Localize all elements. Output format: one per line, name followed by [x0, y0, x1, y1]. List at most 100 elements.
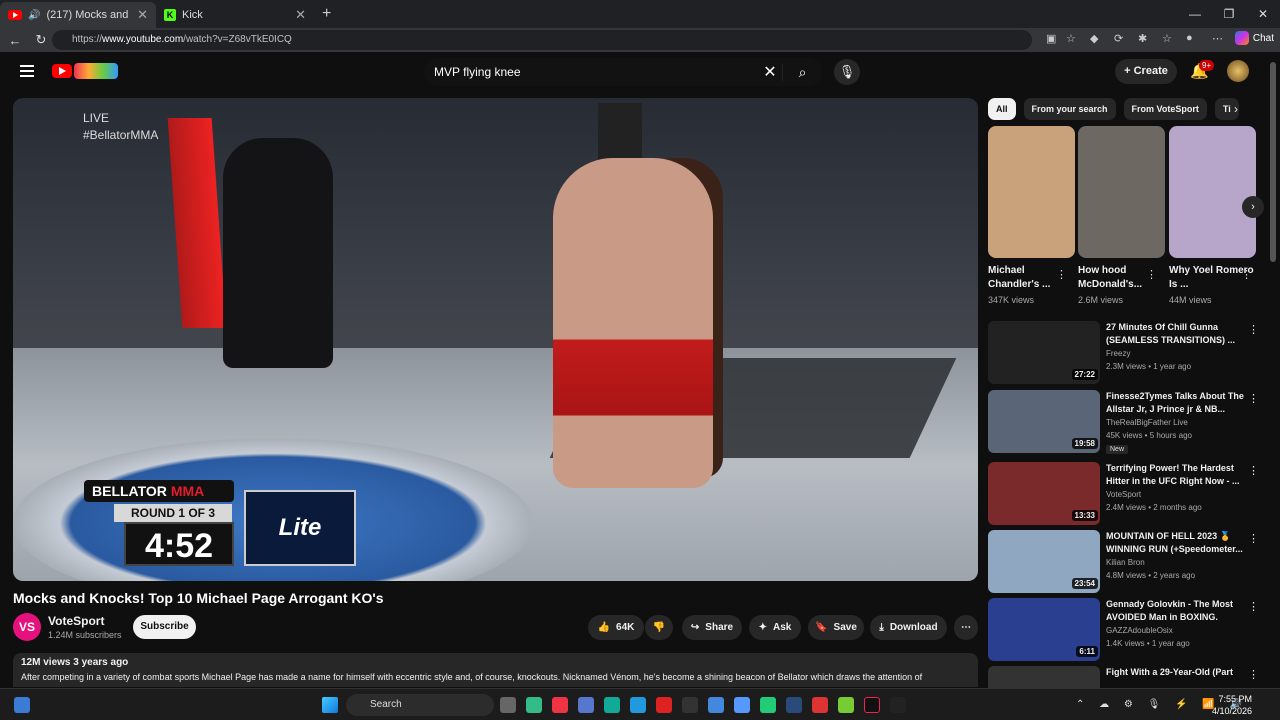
extension-icon[interactable]: ◆ [1090, 32, 1098, 45]
speaker-icon[interactable]: 🔊 [28, 10, 40, 21]
rec-channel[interactable]: GAZZAdoubleOsix [1106, 626, 1173, 635]
ask-button[interactable]: ✦ Ask [749, 615, 801, 640]
chat-button[interactable]: Chat [1234, 31, 1274, 45]
short-item[interactable]: How hood McDonald's... 2.6M views ⋮ [1078, 126, 1165, 305]
rec-channel[interactable]: VoteSport [1106, 490, 1141, 499]
taskbar-search[interactable]: Search [346, 694, 494, 716]
back-icon[interactable]: ← [4, 33, 26, 48]
edge-icon[interactable] [604, 697, 620, 713]
rec-title[interactable]: Gennady Golovkin - The Most AVOIDED Man … [1106, 598, 1246, 624]
favorites-icon[interactable]: ☆ [1162, 32, 1172, 45]
app-icon[interactable] [682, 697, 698, 713]
rec-item[interactable]: Fight With a 29-Year-Old (Part ⋮ [988, 666, 1268, 688]
app-l-icon[interactable] [656, 697, 672, 713]
start-icon[interactable] [322, 697, 338, 713]
url-field[interactable]: https://www.youtube.com/watch?v=Z68vTkE0… [52, 30, 1032, 50]
rec-menu-icon[interactable]: ⋮ [1248, 392, 1259, 405]
page-scrollbar[interactable] [1270, 62, 1276, 262]
short-menu-icon[interactable]: ⋮ [1241, 268, 1252, 281]
chip-from-search[interactable]: From your search [1023, 98, 1116, 120]
chip-all[interactable]: All [988, 98, 1016, 120]
app-a-icon[interactable] [708, 697, 724, 713]
voice-search-icon[interactable]: 🎙 [834, 59, 860, 85]
rec-title[interactable]: MOUNTAIN OF HELL 2023 🥇 WINNING RUN (+Sp… [1106, 530, 1246, 556]
subscribe-button[interactable]: Subscribe [133, 615, 196, 639]
discord-icon[interactable] [734, 697, 750, 713]
profile-icon[interactable]: ● [1186, 32, 1193, 44]
chevron-right-icon[interactable]: › [1234, 102, 1238, 116]
app-icon[interactable] [760, 697, 776, 713]
youtube-doodle-logo[interactable] [74, 63, 118, 79]
short-menu-icon[interactable]: ⋮ [1146, 268, 1157, 281]
teams-icon[interactable] [578, 697, 594, 713]
dislike-button[interactable]: 👎 [645, 615, 673, 640]
chrome-icon[interactable] [630, 697, 646, 713]
channel-name[interactable]: VoteSport [48, 614, 104, 628]
rec-item[interactable]: 13:33 Terrifying Power! The Hardest Hitt… [988, 462, 1268, 528]
chip-from-channel[interactable]: From VoteSport [1123, 98, 1207, 120]
download-button[interactable]: ⤓ Download [870, 615, 947, 640]
video-player[interactable]: LIVE #BellatorMMA BELLATOR MMA ROUND 1 O… [13, 98, 978, 581]
reload-icon[interactable]: ↻ [30, 32, 52, 48]
rec-title[interactable]: Fight With a 29-Year-Old (Part [1106, 666, 1246, 688]
short-thumbnail[interactable] [1169, 126, 1256, 258]
shorts-next-icon[interactable]: › [1242, 196, 1264, 218]
short-item[interactable]: Michael Chandler's ... 347K views ⋮ [988, 126, 1075, 305]
close-window-icon[interactable]: ✕ [1246, 0, 1280, 28]
short-thumbnail[interactable] [1078, 126, 1165, 258]
copilot-app-icon[interactable] [526, 697, 542, 713]
short-thumbnail[interactable] [988, 126, 1075, 258]
tab-youtube[interactable]: 🔊 (217) Mocks and Knocks! Top ✕ [0, 2, 156, 28]
task-view-icon[interactable] [500, 697, 516, 713]
tab-kick[interactable]: K Kick ✕ [156, 2, 314, 28]
star-icon[interactable]: ☆ [1066, 32, 1076, 45]
rec-item[interactable]: 19:58 Finesse2Tymes Talks About The Alls… [988, 390, 1268, 456]
app-icon[interactable] [890, 697, 906, 713]
rec-channel[interactable]: Freezy [1106, 349, 1130, 358]
close-tab-icon[interactable]: ✕ [295, 7, 306, 23]
widgets-icon[interactable] [14, 697, 30, 713]
refresh-ext-icon[interactable]: ⟳ [1114, 32, 1123, 45]
rec-menu-icon[interactable]: ⋮ [1248, 532, 1259, 545]
music-app-icon[interactable] [552, 697, 568, 713]
search-icon[interactable]: ⌕ [782, 63, 822, 81]
rec-menu-icon[interactable]: ⋮ [1248, 600, 1259, 613]
apps-icon[interactable]: ▣ [1046, 32, 1056, 45]
minimize-icon[interactable]: — [1178, 0, 1212, 28]
description-box[interactable]: 12M views 3 years ago After competing in… [13, 653, 978, 687]
channel-avatar[interactable]: VS [13, 613, 41, 641]
rec-title[interactable]: 27 Minutes Of Chill Gunna (SEAMLESS TRAN… [1106, 321, 1246, 347]
rec-channel[interactable]: TheRealBigFather Live [1106, 418, 1188, 427]
like-button[interactable]: 👍 64K [588, 615, 644, 640]
clock[interactable]: 7:55 PM 4/10/2026 [1212, 693, 1252, 717]
hamburger-menu-icon[interactable] [20, 65, 34, 80]
short-item[interactable]: Why Yoel Romero Is ... 44M views ⋮ [1169, 126, 1256, 305]
account-avatar[interactable] [1227, 60, 1249, 82]
rec-menu-icon[interactable]: ⋮ [1248, 668, 1259, 681]
app-icon[interactable] [838, 697, 854, 713]
search-input[interactable]: MVP flying knee [424, 65, 758, 79]
clear-search-icon[interactable]: ✕ [758, 62, 782, 82]
rec-title[interactable]: Terrifying Power! The Hardest Hitter in … [1106, 462, 1246, 488]
create-button[interactable]: + Create [1115, 59, 1177, 84]
tiktok-icon[interactable] [864, 697, 880, 713]
rec-item[interactable]: 6:11 Gennady Golovkin - The Most AVOIDED… [988, 598, 1268, 664]
close-tab-icon[interactable]: ✕ [137, 7, 148, 23]
rec-menu-icon[interactable]: ⋮ [1248, 323, 1259, 336]
restore-icon[interactable]: ❐ [1212, 0, 1246, 28]
rec-item[interactable]: 23:54 MOUNTAIN OF HELL 2023 🥇 WINNING RU… [988, 530, 1268, 596]
share-button[interactable]: ↪ Share [682, 615, 742, 640]
steam-icon[interactable] [786, 697, 802, 713]
youtube-logo-icon[interactable] [52, 64, 72, 78]
save-button[interactable]: 🔖 Save [808, 615, 864, 640]
app-icon[interactable] [812, 697, 828, 713]
rec-item[interactable]: 27:22 27 Minutes Of Chill Gunna (SEAMLES… [988, 321, 1268, 387]
new-tab-icon[interactable]: + [322, 5, 331, 23]
more-actions-icon[interactable]: ⋯ [954, 615, 978, 640]
rec-menu-icon[interactable]: ⋮ [1248, 464, 1259, 477]
rec-title[interactable]: Finesse2Tymes Talks About The Allstar Jr… [1106, 390, 1246, 416]
rec-channel[interactable]: Kilian Bron [1106, 558, 1145, 567]
more-icon[interactable]: ⋯ [1212, 32, 1223, 45]
short-menu-icon[interactable]: ⋮ [1056, 268, 1067, 281]
puzzle-icon[interactable]: ✱ [1138, 32, 1147, 45]
